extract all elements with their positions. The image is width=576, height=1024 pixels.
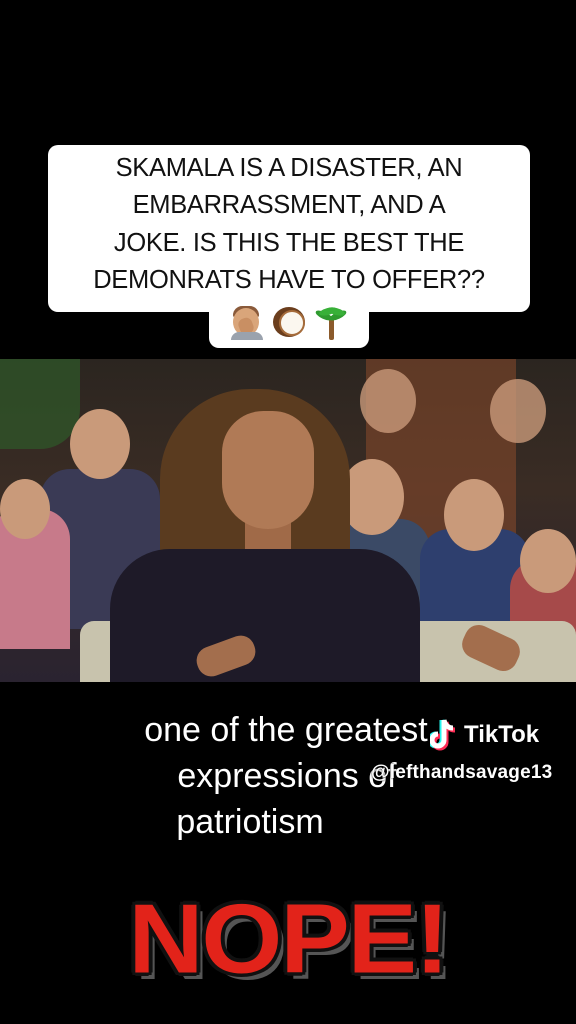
audience-member: [444, 479, 504, 551]
tiktok-note-icon: [430, 718, 458, 752]
subtitle-line-text: patriotism: [176, 803, 324, 841]
audience-member: [360, 369, 416, 433]
caption-text: SKAMALA IS A DISASTER, AN EMBARRASSMENT,…: [59, 150, 519, 300]
creator-handle: @lefthandsavage13: [371, 762, 553, 783]
caption-line: SKAMALA IS A DISASTER, AN: [115, 153, 463, 182]
tiktok-brand: TikTok: [464, 721, 540, 748]
caption-line: EMBARRASSMENT, AND A: [132, 191, 446, 219]
caption-line: JOKE. IS THIS THE BEST THE: [113, 228, 465, 257]
subtitle-line: patriotism: [0, 800, 576, 844]
person-facepalming-icon: [229, 304, 265, 340]
caption-line: DEMONRATS HAVE TO OFFER??: [93, 266, 485, 294]
coconut-icon: [271, 304, 307, 340]
audience-member: [0, 479, 50, 539]
nope-overlay-text: NOPE!: [128, 883, 449, 995]
caption-box: SKAMALA IS A DISASTER, AN EMBARRASSMENT,…: [48, 145, 530, 312]
audience-member: [70, 409, 130, 479]
palm-tree-icon: [313, 304, 349, 340]
emoji-row: [209, 296, 369, 348]
background-plant: [0, 359, 80, 449]
audience-member: [490, 379, 546, 443]
audience-member: [520, 529, 576, 593]
video-frame[interactable]: [0, 359, 576, 682]
tiktok-watermark: TikTok: [430, 718, 539, 752]
